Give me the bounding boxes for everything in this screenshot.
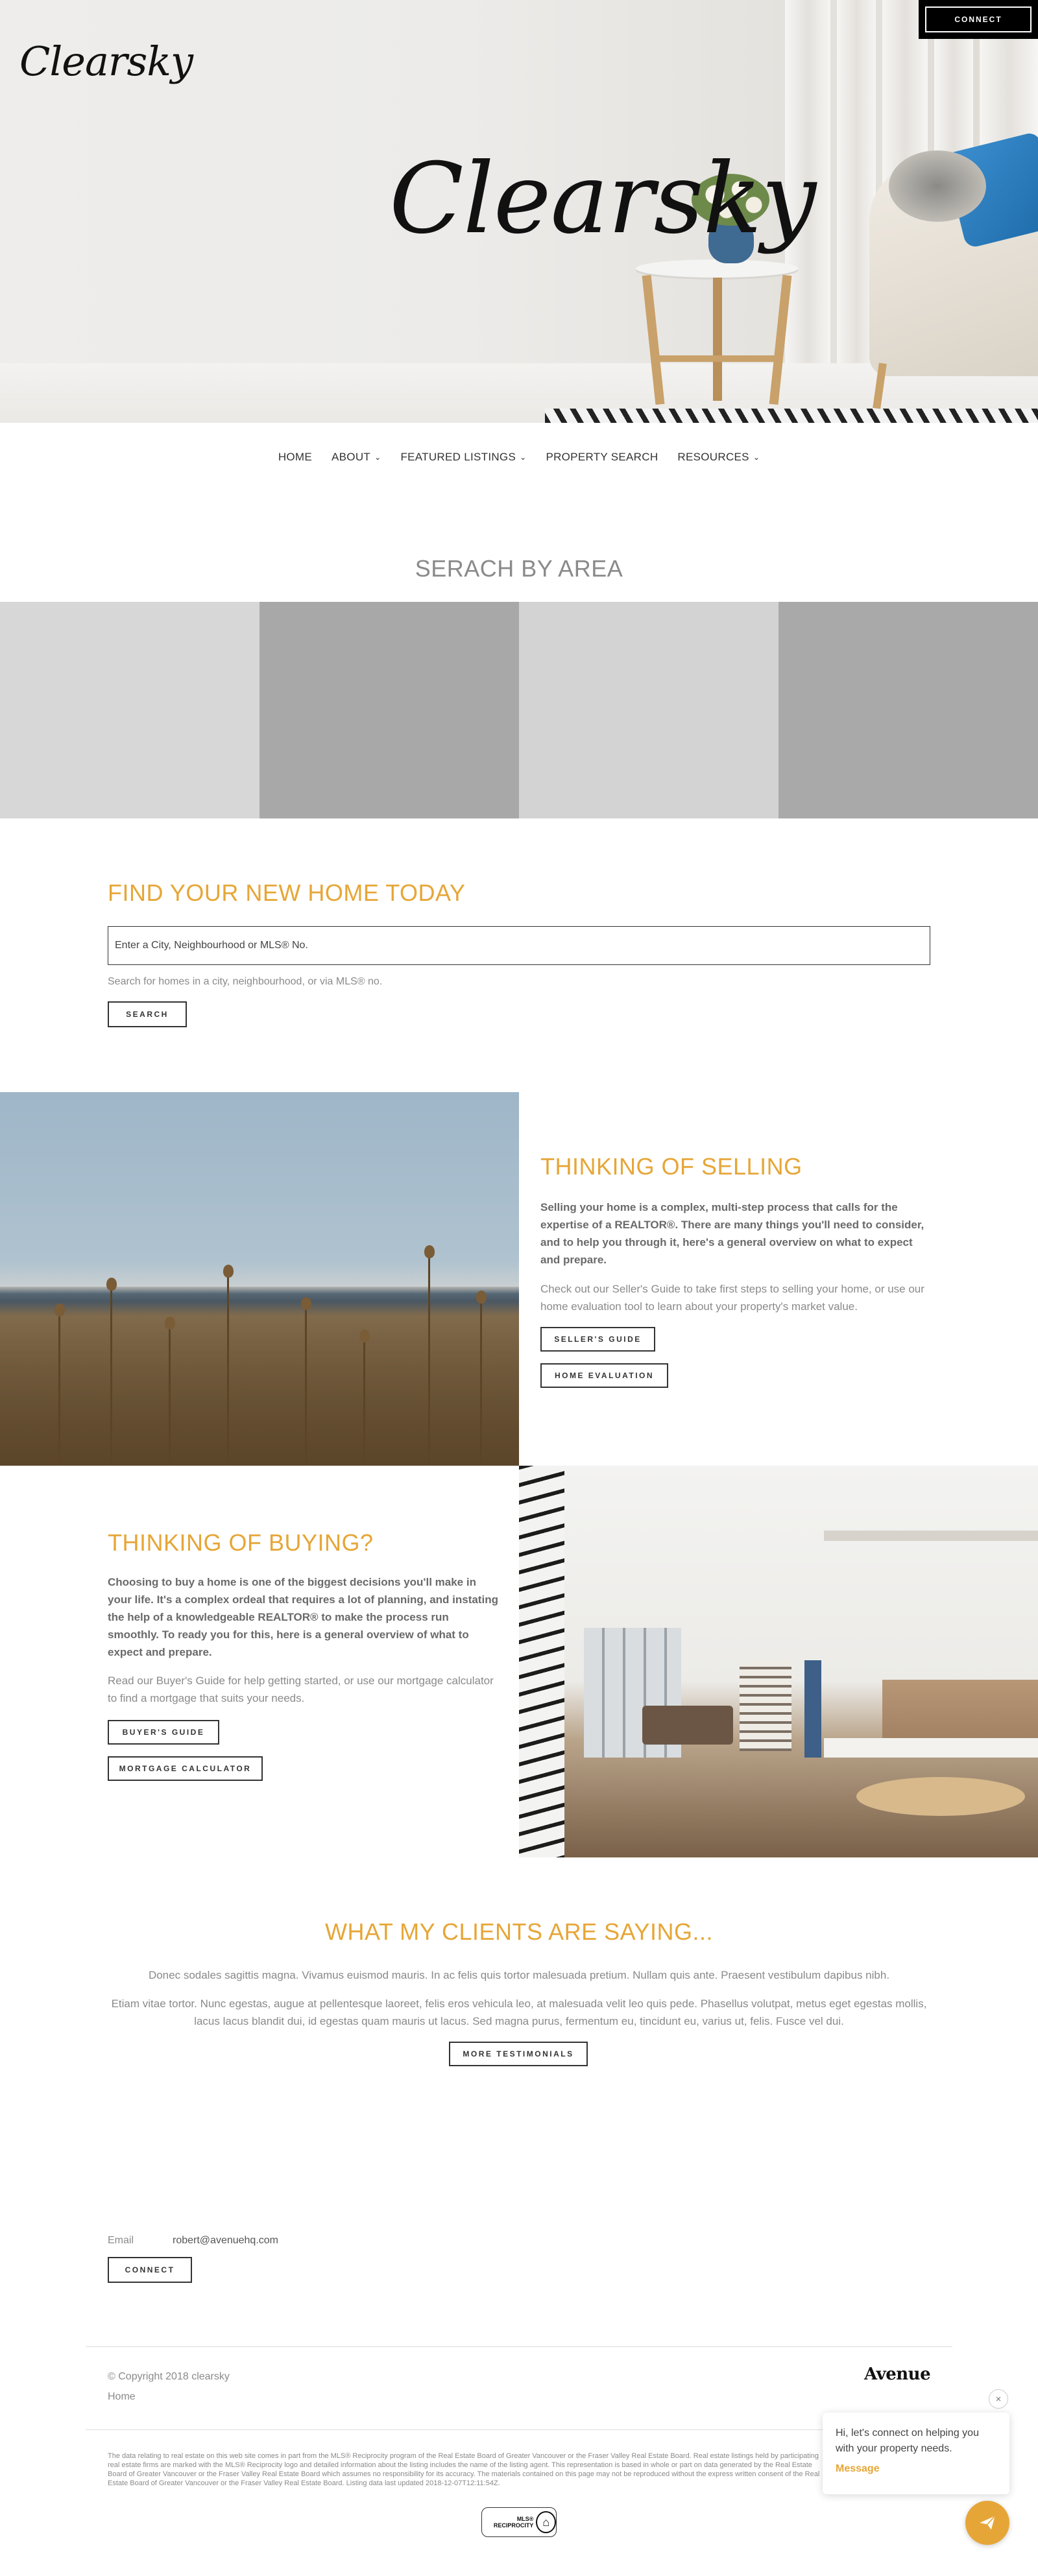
chat-popup: Hi, let's connect on helping you with yo… (823, 2413, 1009, 2494)
paper-plane-icon (980, 2515, 996, 2530)
search-help-text: Search for homes in a city, neighbourhoo… (108, 976, 383, 987)
nav-item-label: PROPERTY SEARCH (546, 451, 658, 463)
nav-item-featured-listings[interactable]: FEATURED LISTINGS ⌄ (400, 447, 526, 467)
nav-item-label: HOME (278, 451, 313, 463)
flower-head (301, 1297, 311, 1310)
mls-reciprocity-badge: MLS® RECIPROCITY ⌂ (481, 2507, 557, 2537)
nav-item-label: ABOUT (332, 451, 371, 463)
find-home-title: FIND YOUR NEW HOME TODAY (108, 879, 466, 906)
dining-table (856, 1777, 1025, 1816)
chat-message-link[interactable]: Message (836, 2463, 996, 2475)
flower-head (424, 1245, 435, 1258)
testimonial-text: Donec sodales sagittis magna. Vivamus eu… (148, 1969, 890, 1981)
nav-item-label: RESOURCES (677, 451, 749, 463)
chat-greeting: Hi, let's connect on helping you with yo… (836, 2427, 979, 2454)
loft-interior-image (519, 1466, 1038, 1857)
flower-head (106, 1278, 117, 1291)
mls-disclaimer: The data relating to real estate on this… (108, 2452, 820, 2487)
header-connect-button[interactable]: CONNECT (919, 0, 1038, 39)
nav-item-label: FEATURED LISTINGS (400, 451, 516, 463)
flower-head (223, 1265, 234, 1278)
search-button[interactable]: SEARCH (108, 1001, 187, 1027)
flower-stalk (58, 1310, 60, 1466)
nav-item-property-search[interactable]: PROPERTY SEARCH (546, 447, 658, 467)
listing-search-input[interactable] (108, 926, 930, 965)
side-table-top (636, 259, 798, 278)
search-by-area-title: SERACH BY AREA (415, 555, 623, 582)
buying-intro: Choosing to buy a home is one of the big… (108, 1576, 498, 1658)
email-label: Email (108, 2235, 134, 2246)
field-grass (0, 1287, 519, 1466)
bookshelf (740, 1660, 791, 1751)
mezzanine (824, 1531, 1038, 1541)
nav-item-resources[interactable]: RESOURCES ⌄ (677, 447, 760, 467)
area-tile[interactable] (519, 602, 779, 818)
kitchen-counter (824, 1738, 1038, 1758)
avenue-logo[interactable]: Avenue (864, 2365, 931, 2384)
flower-stalk (363, 1336, 365, 1466)
spiral-staircase (519, 1466, 564, 1857)
flower-head (165, 1317, 175, 1330)
flower-head (359, 1330, 370, 1342)
hero-logo-title: Clearsky (389, 143, 816, 256)
hero-banner: Clearsky Clearsky CONNECT (0, 0, 1038, 423)
chevron-down-icon: ⌄ (520, 453, 527, 462)
area-tile[interactable] (260, 602, 519, 818)
close-icon[interactable]: × (989, 2389, 1008, 2409)
site-logo[interactable]: Clearsky (19, 38, 193, 85)
flower-head (476, 1291, 487, 1304)
selling-title: THINKING OF SELLING (540, 1153, 803, 1180)
buying-text: Read our Buyer's Guide for help getting … (108, 1675, 494, 1704)
area-tile[interactable] (779, 602, 1038, 818)
chevron-down-icon: ⌄ (374, 453, 381, 462)
nav-item-home[interactable]: HOME (278, 447, 312, 467)
mls-house-icon: ⌂ (536, 2511, 556, 2533)
home-evaluation-button[interactable]: HOME EVALUATION (540, 1363, 668, 1388)
testimonials-title: WHAT MY CLIENTS ARE SAYING... (325, 1918, 713, 1945)
sellers-guide-button[interactable]: SELLER'S GUIDE (540, 1327, 655, 1352)
email-link[interactable]: robert@avenuehq.com (173, 2235, 278, 2247)
buying-title: THINKING OF BUYING? (108, 1529, 374, 1556)
flower-stalk (480, 1297, 482, 1466)
flower-stalk (428, 1252, 430, 1466)
fur-throw (889, 150, 986, 222)
more-testimonials-button[interactable]: MORE TESTIMONIALS (449, 2042, 588, 2066)
flower-stalk (305, 1304, 307, 1466)
flower-head (54, 1304, 65, 1317)
footer-home-link[interactable]: Home (108, 2391, 136, 2403)
buyers-guide-button[interactable]: BUYER'S GUIDE (108, 1720, 219, 1745)
table-leg (713, 278, 722, 401)
chat-launcher-button[interactable] (965, 2501, 1009, 2545)
table-rail (652, 355, 782, 362)
header-connect-label: CONNECT (925, 6, 1032, 32)
flower-stalk (110, 1284, 112, 1466)
connect-button[interactable]: CONNECT (108, 2257, 192, 2283)
selling-text: Check out our Seller's Guide to take fir… (540, 1283, 924, 1313)
mls-badge-label: MLS® RECIPROCITY (493, 2516, 534, 2529)
footer-divider (86, 2346, 952, 2347)
flower-stalk (227, 1271, 229, 1466)
selling-intro: Selling your home is a complex, multi-st… (540, 1201, 924, 1266)
field-flowers-image (0, 1092, 519, 1466)
nav-item-about[interactable]: ABOUT ⌄ (332, 447, 381, 467)
testimonial-text: Etiam vitae tortor. Nunc egestas, augue … (111, 1998, 927, 2027)
striped-rug (545, 409, 1038, 423)
main-nav: HOME ABOUT ⌄ FEATURED LISTINGS ⌄ PROPERT… (0, 447, 1038, 467)
chevron-down-icon: ⌄ (753, 453, 760, 462)
sofa (642, 1706, 733, 1745)
area-tile[interactable] (0, 602, 260, 818)
mortgage-calculator-button[interactable]: MORTGAGE CALCULATOR (108, 1756, 263, 1781)
blue-door (804, 1660, 821, 1758)
flower-stalk (169, 1323, 171, 1466)
copyright-text: © Copyright 2018 clearsky (108, 2371, 230, 2382)
